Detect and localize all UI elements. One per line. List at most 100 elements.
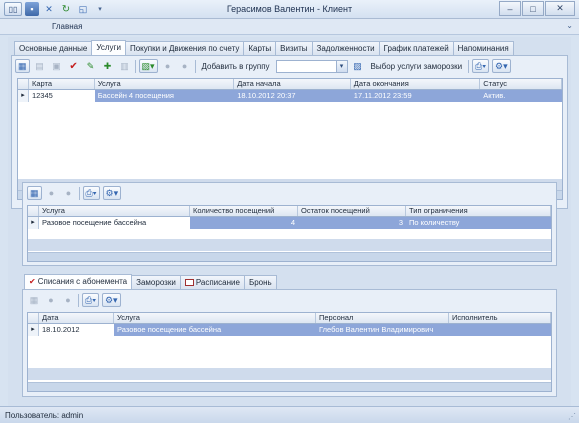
sub-tabs: ✔ Списания с абонемента Заморозки Расписа… [24,274,277,290]
grid-view-icon[interactable]: ▦ [27,186,42,200]
cell-service[interactable]: Разовое посещение бассейна [39,217,190,229]
cell-status[interactable]: Актив. [480,90,562,102]
main-tabs: Основные данные Услуги Покупки и Движени… [14,40,514,56]
tab-cards[interactable]: Карты [243,41,277,55]
close-button[interactable]: ✕ [545,1,575,16]
copy-icon[interactable]: ▣ [50,59,64,73]
column-header[interactable]: Исполнитель [449,313,551,323]
ribbon-tab-home[interactable]: Главная [52,22,82,31]
status-bar: Пользователь: admin ⋰ [0,406,579,423]
services-toolbar: ▦ ▤ ▣ ✔ ✎ ✚ ▥ ▧▾ ● ● Добавить в группу ▾… [15,58,511,74]
select-freeze-service-button[interactable]: Выбор услуги заморозки [368,59,466,73]
cell-staff[interactable]: Глебов Валентин Владимирович [316,324,449,336]
resize-grip-icon[interactable]: ⋰ [568,412,576,421]
toolbar-separator [134,59,136,73]
column-header[interactable]: Тип ограничения [406,206,551,216]
chevron-down-icon[interactable]: ▾ [335,60,347,72]
ribbon-expand-icon[interactable]: ⌄ [566,21,573,30]
cell-visits-left[interactable]: 3 [298,217,406,229]
print-icon[interactable]: ⎙▾ [472,59,490,73]
grid-footer [28,252,551,261]
circle-icon[interactable]: ● [62,186,76,200]
circle-icon[interactable]: ● [178,59,192,73]
visits-panel: ▦ ● ● ⎙▾ ⚙▾ Услуга Количество посещений … [22,182,557,266]
trash-icon[interactable]: ▥ [118,59,132,73]
grid-group-band [28,239,551,251]
cell-end-date[interactable]: 17.11.2012 23:59 [350,90,481,102]
tab-booking[interactable]: Бронь [243,275,277,289]
circle-icon[interactable]: ● [44,293,58,307]
export-icon[interactable]: ▧▾ [138,59,158,73]
calendar-icon [184,279,194,286]
settings-icon[interactable]: ⚙▾ [101,293,121,307]
group-combobox[interactable]: ▾ [275,59,348,73]
tab-debts[interactable]: Задолженности [311,41,380,55]
tab-purchases[interactable]: Покупки и Движения по счету [124,41,245,55]
table-row[interactable]: ▸ 18.10.2012 Разовое посещение бассейна … [28,324,551,336]
row-indicator-icon: ▸ [28,324,39,336]
checkmark-icon: ✔ [29,277,36,286]
grid-view-icon[interactable]: ▦ [15,59,30,73]
column-header[interactable]: Дата [39,313,114,323]
print-icon[interactable]: ⎙▾ [82,186,100,200]
tab-reminders[interactable]: Напоминания [452,41,514,55]
tab-basic-data[interactable]: Основные данные [14,41,93,55]
add-to-group-button[interactable]: Добавить в группу [199,59,273,73]
window-title: Герасимов Валентин - Клиент [226,4,353,14]
circle-icon[interactable]: ● [45,186,59,200]
tab-freezes[interactable]: Заморозки [131,275,181,289]
grid-group-band [28,368,551,380]
column-header[interactable]: Количество посещений [190,206,298,216]
cell-service[interactable]: Разовое посещение бассейна [114,324,316,336]
table-row[interactable]: ▸ Разовое посещение бассейна 4 3 По коли… [28,217,551,229]
cell-date[interactable]: 18.10.2012 [39,324,114,336]
freeze-icon[interactable]: ▨ [351,59,365,73]
settings-icon[interactable]: ⚙▾ [492,59,511,73]
writeoffs-toolbar: ▦ ● ● ⎙▾ ⚙▾ [27,292,121,308]
cell-executor[interactable] [449,324,551,336]
cell-start-date[interactable]: 18.10.2012 20:37 [234,90,351,102]
column-header[interactable]: Дата окончания [351,79,481,89]
visits-grid: Услуга Количество посещений Остаток посе… [27,205,552,262]
minimize-button[interactable]: – [499,1,521,16]
grid-header: Карта Услуга Дата начала Дата окончания … [18,79,562,90]
ribbon-tab-row: Главная ⌄ [0,19,579,35]
column-header[interactable]: Персонал [316,313,449,323]
column-header[interactable]: Дата начала [234,79,351,89]
row-indicator-icon: ▸ [18,90,29,102]
table-row[interactable]: ▸ 12345 Бассейн 4 посещения 18.10.2012 2… [18,90,562,102]
column-header[interactable]: Услуга [95,79,235,89]
tab-visits[interactable]: Визиты [275,41,313,55]
edit-icon[interactable]: ▤ [33,59,47,73]
cell-visit-count[interactable]: 4 [190,217,298,229]
cell-card[interactable]: 12345 [28,90,95,102]
checkmark-icon[interactable]: ✔ [67,59,81,73]
grid-header: Дата Услуга Персонал Исполнитель [28,313,551,324]
toolbar-separator [194,59,196,73]
window-controls: – □ ✕ [499,1,575,16]
column-header[interactable]: Услуга [39,206,190,216]
tab-services[interactable]: Услуги [91,40,126,55]
column-header[interactable]: Карта [29,79,95,89]
column-header[interactable]: Остаток посещений [298,206,406,216]
cell-service[interactable]: Бассейн 4 посещения [94,90,235,102]
title-bar: ▯▯ ▪ ✕ ↻ ◱ ▾ Герасимов Валентин - Клиент… [0,0,579,19]
grid-view-icon[interactable]: ▦ [27,293,41,307]
settings-icon[interactable]: ⚙▾ [102,186,122,200]
column-header[interactable]: Услуга [114,313,316,323]
circle-icon[interactable]: ● [161,59,175,73]
tab-payment-schedule[interactable]: График платежей [378,41,454,55]
tab-schedule[interactable]: Расписание [179,275,245,289]
print-icon[interactable]: ⎙▾ [82,293,99,307]
tab-writeoffs[interactable]: ✔ Списания с абонемента [24,274,133,289]
add-icon[interactable]: ✚ [101,59,115,73]
approve-icon[interactable]: ✎ [84,59,98,73]
maximize-button[interactable]: □ [522,1,544,16]
cell-limit-type[interactable]: По количеству [406,217,551,229]
visits-toolbar: ▦ ● ● ⎙▾ ⚙▾ [27,185,122,201]
column-header[interactable]: Статус [480,79,562,89]
toolbar-separator [78,293,79,307]
circle-icon[interactable]: ● [61,293,75,307]
grid-header: Услуга Количество посещений Остаток посе… [28,206,551,217]
main-panel: Основные данные Услуги Покупки и Движени… [8,37,571,406]
